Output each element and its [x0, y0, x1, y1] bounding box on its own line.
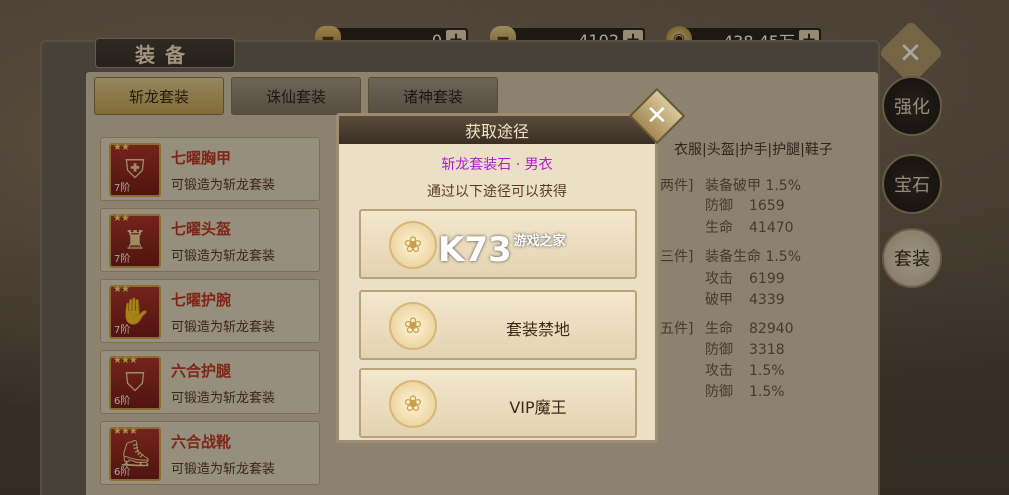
lotus-icon: ❀	[389, 380, 437, 428]
lotus-icon: ❀	[389, 221, 437, 269]
acquire-route-dialog: 获取途径 斩龙套装石 · 男衣 通过以下途径可以获得 ❀ ❀ 套装禁地 ❀ VI…	[336, 113, 658, 443]
route-option[interactable]: ❀ 套装禁地	[359, 290, 637, 360]
dialog-description: 通过以下途径可以获得	[427, 184, 567, 200]
watermark: K73 游戏之家	[438, 230, 566, 270]
route-label: 套装禁地	[505, 320, 570, 339]
close-icon: ✕	[646, 100, 668, 131]
lotus-icon: ❀	[389, 302, 437, 350]
dialog-title: 获取途径	[339, 116, 655, 144]
route-option[interactable]: ❀ VIP魔王	[359, 368, 637, 438]
route-label: VIP魔王	[509, 398, 567, 417]
item-title: 斩龙套装石 · 男衣	[441, 157, 553, 173]
